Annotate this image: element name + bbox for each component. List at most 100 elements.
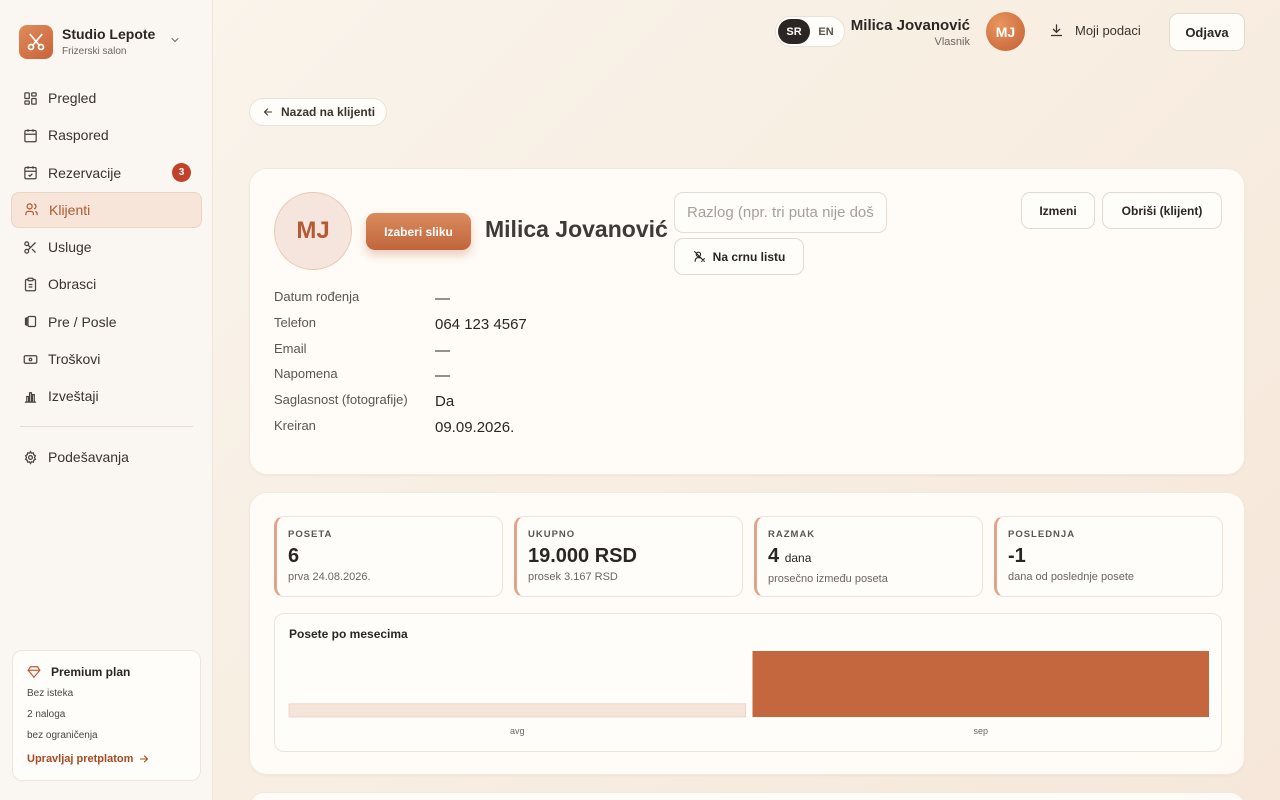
logout-button[interactable]: Odjava bbox=[1169, 13, 1245, 51]
calendar-check-icon bbox=[24, 166, 37, 180]
detail-label: Datum rođenja bbox=[274, 289, 360, 304]
stat-label: POSLEDNJA bbox=[1008, 529, 1076, 540]
sidebar-item-podesavanja[interactable]: Podešavanja bbox=[11, 439, 202, 475]
sidebar-item-label: Usluge bbox=[48, 239, 92, 256]
user-role: Vlasnik bbox=[934, 36, 970, 48]
stat-unit: dana bbox=[784, 551, 812, 565]
detail-label: Kreiran bbox=[274, 417, 316, 433]
stat-number: 19.000 RSD bbox=[528, 545, 637, 567]
stat-sub: dana od poslednje posete bbox=[1008, 571, 1134, 583]
my-data-button[interactable]: Moji podaci bbox=[1049, 23, 1141, 38]
brand-subtitle: Frizerski salon bbox=[62, 45, 127, 57]
detail-value: Da bbox=[435, 393, 455, 411]
delete-client-button[interactable]: Obriši (klijent) bbox=[1102, 192, 1222, 229]
plan-limits: bez ograničenja bbox=[27, 730, 98, 741]
compare-icon bbox=[24, 316, 37, 328]
blacklist-reason-input[interactable] bbox=[674, 192, 887, 233]
next-section-card bbox=[249, 792, 1245, 800]
sidebar-item-troskovi[interactable]: Troškovi bbox=[11, 341, 202, 377]
user-x-icon bbox=[693, 251, 705, 262]
plan-expiry: Bez isteka bbox=[27, 688, 74, 699]
my-data-label: Moji podaci bbox=[1075, 23, 1141, 38]
sidebar-item-label: Raspored bbox=[48, 127, 109, 144]
scissors-icon bbox=[19, 25, 53, 59]
avatar[interactable]: MJ bbox=[986, 12, 1025, 51]
detail-row-consent: Saglasnost (fotografije) Da bbox=[274, 391, 674, 417]
language-switch: SR EN bbox=[775, 16, 845, 47]
client-stats-card: POSETA 6 prva 24.08.2026. UKUPNO 19.000 … bbox=[249, 492, 1245, 775]
sidebar-item-label: Izveštaji bbox=[48, 388, 99, 405]
pick-photo-button[interactable]: Izaberi sliku bbox=[366, 213, 471, 250]
blacklist-button[interactable]: Na crnu listu bbox=[674, 238, 804, 275]
stat-number: -1 bbox=[1008, 545, 1026, 567]
stat-value: 4 dana bbox=[768, 543, 982, 571]
grid-icon bbox=[24, 91, 37, 105]
users-icon bbox=[25, 203, 38, 216]
chevron-down-icon bbox=[171, 38, 179, 43]
reservations-count-badge: 3 bbox=[172, 162, 191, 182]
chart-bar-sep bbox=[752, 651, 1209, 717]
sidebar-item-label: Rezervacije bbox=[48, 164, 122, 181]
sidebar-item-label: Podešavanja bbox=[48, 449, 129, 466]
diamond-icon bbox=[27, 666, 41, 679]
sidebar-item-izvestaji[interactable]: Izveštaji bbox=[11, 378, 202, 414]
chart-bar-avg bbox=[288, 703, 746, 718]
stat-last: POSLEDNJA -1 dana od poslednje posete bbox=[994, 516, 1223, 597]
blacklist-label: Na crnu listu bbox=[712, 249, 786, 264]
edit-button[interactable]: Izmeni bbox=[1021, 192, 1095, 229]
manage-subscription-link[interactable]: Upravljaj pretplatom bbox=[27, 753, 186, 765]
detail-label: Saglasnost (fotografije) bbox=[274, 392, 408, 408]
sidebar-item-usluge[interactable]: Usluge bbox=[11, 229, 202, 265]
brand-switcher[interactable]: Studio Lepote Frizerski salon bbox=[19, 25, 199, 59]
stat-value: 6 bbox=[288, 543, 502, 569]
detail-value: 064 123 4567 bbox=[435, 315, 527, 333]
detail-value: — bbox=[435, 290, 450, 307]
detail-label: Email bbox=[274, 340, 307, 356]
visits-per-month-chart: Posete po mesecima avg sep bbox=[274, 613, 1222, 752]
detail-label: Napomena bbox=[274, 366, 338, 382]
download-icon bbox=[1050, 24, 1063, 37]
stat-total: UKUPNO 19.000 RSD prosek 3.167 RSD bbox=[514, 516, 743, 597]
detail-row-email: Email — bbox=[274, 340, 674, 366]
sidebar-item-label: Pregled bbox=[48, 90, 97, 106]
stat-value: 19.000 RSD bbox=[528, 543, 742, 569]
back-to-clients-button[interactable]: Nazad na klijenti bbox=[249, 98, 387, 126]
sidebar-item-pregled[interactable]: Pregled bbox=[11, 80, 202, 116]
sidebar-item-pre-posle[interactable]: Pre / Posle bbox=[11, 304, 202, 340]
banknote-icon bbox=[23, 354, 38, 364]
client-profile-card: MJ Izaberi sliku Milica Jovanović Na crn… bbox=[249, 168, 1245, 475]
sidebar-item-raspored[interactable]: Raspored bbox=[11, 117, 202, 153]
stat-sub: prosek 3.167 RSD bbox=[528, 571, 618, 583]
stat-sub: prva 24.08.2026. bbox=[288, 571, 371, 583]
stat-gap: RAZMAK 4 dana prosečno između poseta bbox=[754, 516, 983, 597]
clipboard-icon bbox=[24, 277, 37, 292]
stat-label: UKUPNO bbox=[528, 529, 576, 540]
stat-number: 4 bbox=[768, 545, 780, 567]
chart-tick-label: avg bbox=[510, 726, 525, 736]
sidebar-item-rezervacije[interactable]: Rezervacije 3 bbox=[11, 155, 202, 191]
user-info: Milica Jovanović Vlasnik bbox=[851, 16, 970, 49]
chart-tick-label: sep bbox=[973, 726, 988, 736]
detail-value: — bbox=[435, 367, 450, 385]
manage-subscription-label: Upravljaj pretplatom bbox=[27, 753, 134, 765]
stat-value: -1 bbox=[1008, 543, 1222, 569]
detail-row-note: Napomena — bbox=[274, 365, 674, 391]
plan-card: Premium plan Bez isteka 2 naloga bez ogr… bbox=[12, 650, 201, 781]
detail-value: — bbox=[435, 341, 450, 359]
lang-en-button[interactable]: EN bbox=[810, 19, 842, 44]
lang-sr-button[interactable]: SR bbox=[778, 19, 810, 44]
stat-sub: prosečno između poseta bbox=[768, 573, 888, 585]
back-label: Nazad na klijenti bbox=[281, 105, 376, 119]
brand-name: Studio Lepote bbox=[62, 25, 156, 42]
arrow-left-icon bbox=[263, 108, 273, 116]
sidebar-item-label: Obrasci bbox=[48, 276, 97, 293]
sidebar-item-klijenti[interactable]: Klijenti bbox=[11, 191, 202, 228]
plan-title: Premium plan bbox=[51, 665, 131, 679]
sidebar-item-label: Klijenti bbox=[49, 201, 91, 218]
arrow-right-icon bbox=[140, 755, 149, 763]
stat-visits: POSETA 6 prva 24.08.2026. bbox=[274, 516, 503, 597]
sidebar-item-obrasci[interactable]: Obrasci bbox=[11, 266, 202, 302]
detail-value: 09.09.2026. bbox=[435, 418, 515, 436]
scissors-icon bbox=[24, 240, 36, 254]
sidebar-divider bbox=[20, 426, 193, 428]
